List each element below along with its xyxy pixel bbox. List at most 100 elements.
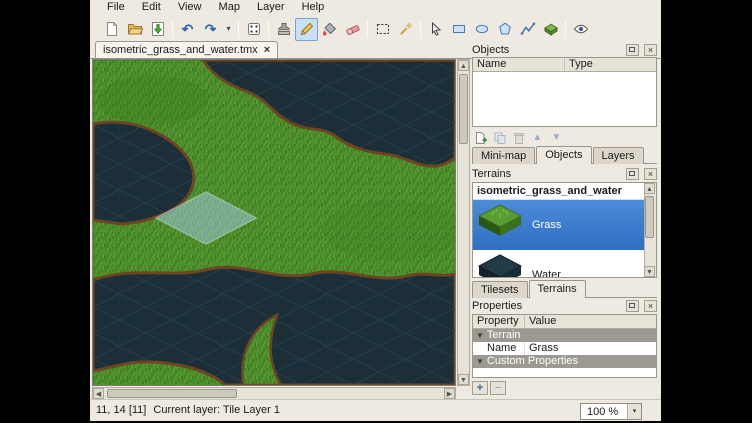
status-bar: 11, 14 [11] Current layer: Tile Layer 1 … (90, 399, 661, 421)
duplicate-object-button[interactable] (491, 129, 508, 146)
tab-layers[interactable]: Layers (593, 147, 644, 164)
map-canvas[interactable] (92, 59, 456, 386)
eye-icon (573, 21, 589, 37)
water-tile-thumbnail (477, 253, 523, 278)
close-tab-icon[interactable]: × (264, 44, 270, 56)
terrain-item-label: Grass (532, 219, 561, 231)
tab-minimap[interactable]: Mini-map (472, 147, 535, 164)
eraser-button[interactable] (341, 18, 364, 41)
scroll-left-icon[interactable]: ◀ (93, 388, 104, 399)
isometric-map (93, 60, 455, 385)
highlight-layer-button[interactable] (569, 18, 592, 41)
tileset-tabs: TilesetsTerrains (472, 280, 657, 298)
objects-toolbar: ▲ ▼ (472, 129, 565, 146)
tab-tilesets[interactable]: Tilesets (472, 281, 528, 298)
menu-help[interactable]: Help (295, 0, 332, 14)
stamp-brush-icon (276, 21, 292, 37)
terrain-item-water[interactable]: Water (473, 250, 656, 278)
rectangular-select-button[interactable] (371, 18, 394, 41)
objects-panel-label: Objects (472, 44, 509, 56)
duplicate-object-icon (493, 131, 507, 145)
terrains-scroll-thumb[interactable] (645, 196, 654, 238)
remove-property-button[interactable]: − (490, 381, 506, 395)
close-panel-icon[interactable]: × (644, 44, 657, 56)
custom-properties-group-row[interactable]: ▼Custom Properties (473, 355, 656, 368)
open-map-icon (127, 21, 143, 37)
scroll-up-icon[interactable]: ▲ (644, 183, 655, 194)
objects-table: Name Type (472, 57, 657, 127)
add-object-button[interactable] (472, 129, 489, 146)
magic-wand-button[interactable] (394, 18, 417, 41)
menu-edit[interactable]: Edit (135, 0, 168, 14)
objects-column-type: Type (565, 58, 656, 71)
raise-object-button[interactable]: ▲ (529, 129, 546, 146)
property-value[interactable]: Grass (525, 342, 562, 355)
insert-tile-button[interactable] (539, 18, 562, 41)
objects-panel-title: Objects × (472, 44, 657, 57)
random-mode-button[interactable] (242, 18, 265, 41)
insert-tile-icon (543, 21, 559, 37)
scroll-down-icon[interactable]: ▼ (458, 374, 469, 385)
new-map-button[interactable] (100, 18, 123, 41)
vertical-scrollbar[interactable]: ▲ ▼ (457, 59, 470, 386)
tab-objects[interactable]: Objects (536, 146, 591, 164)
menu-map[interactable]: Map (212, 0, 247, 14)
redo-icon: ↷ (205, 22, 217, 36)
tab-terrains[interactable]: Terrains (529, 280, 586, 298)
float-panel-icon[interactable] (626, 300, 639, 312)
insert-ellipse-button[interactable] (470, 18, 493, 41)
menu-view[interactable]: View (171, 0, 209, 14)
properties-column-value: Value (525, 315, 656, 328)
remove-object-button[interactable] (510, 129, 527, 146)
menu-file[interactable]: File (100, 0, 132, 14)
insert-polygon-icon (497, 21, 513, 37)
float-panel-icon[interactable] (626, 168, 639, 180)
tiled-window: File Edit View Map Layer Help ↶ ↷ ▾ (90, 0, 661, 421)
bucket-fill-button[interactable] (318, 18, 341, 41)
property-row-name[interactable]: Name Grass (473, 342, 656, 355)
terrain-brush-button[interactable] (295, 18, 318, 41)
toolbar-separator (367, 20, 368, 38)
terrains-list: isometric_grass_and_water Grass Water ▲ … (472, 182, 657, 278)
rectangular-select-icon (375, 21, 391, 37)
stamp-brush-button[interactable] (272, 18, 295, 41)
scroll-down-icon[interactable]: ▼ (644, 266, 655, 277)
zoom-select[interactable]: 100 % ▾ (580, 403, 642, 420)
insert-polyline-button[interactable] (516, 18, 539, 41)
insert-rectangle-button[interactable] (447, 18, 470, 41)
properties-panel-title: Properties × (472, 300, 657, 313)
lower-object-button[interactable]: ▼ (548, 129, 565, 146)
menu-layer[interactable]: Layer (250, 0, 292, 14)
redo-button[interactable]: ↷ (199, 18, 222, 41)
save-map-icon (150, 21, 166, 37)
scroll-up-icon[interactable]: ▲ (458, 60, 469, 71)
redo-dropdown-button[interactable]: ▾ (222, 18, 235, 41)
trash-icon (512, 131, 526, 145)
terrains-scrollbar[interactable]: ▲ ▼ (644, 183, 656, 277)
current-layer-label: Current layer: Tile Layer 1 (153, 404, 280, 416)
terrain-item-label: Water (532, 269, 561, 278)
vertical-scroll-thumb[interactable] (459, 74, 468, 144)
close-panel-icon[interactable]: × (644, 168, 657, 180)
document-tab[interactable]: isometric_grass_and_water.tmx× (95, 41, 278, 58)
toolbar-separator (238, 20, 239, 38)
select-objects-button[interactable] (424, 18, 447, 41)
close-panel-icon[interactable]: × (644, 300, 657, 312)
terrain-tileset-row[interactable]: isometric_grass_and_water (473, 183, 656, 200)
eraser-icon (345, 21, 361, 37)
float-panel-icon[interactable] (626, 44, 639, 56)
save-map-button[interactable] (146, 18, 169, 41)
insert-polygon-button[interactable] (493, 18, 516, 41)
raise-object-icon: ▲ (533, 131, 543, 145)
objects-column-name: Name (473, 58, 565, 71)
grass-tile-thumbnail (477, 203, 523, 247)
add-object-icon (474, 131, 488, 145)
scroll-right-icon[interactable]: ▶ (444, 388, 455, 399)
add-property-button[interactable]: + (472, 381, 488, 395)
open-map-button[interactable] (123, 18, 146, 41)
insert-rectangle-icon (451, 21, 467, 37)
terrain-group-row[interactable]: ▼Terrain (473, 329, 656, 342)
terrain-item-grass[interactable]: Grass (473, 200, 656, 250)
undo-button[interactable]: ↶ (176, 18, 199, 41)
horizontal-scroll-thumb[interactable] (107, 389, 237, 398)
